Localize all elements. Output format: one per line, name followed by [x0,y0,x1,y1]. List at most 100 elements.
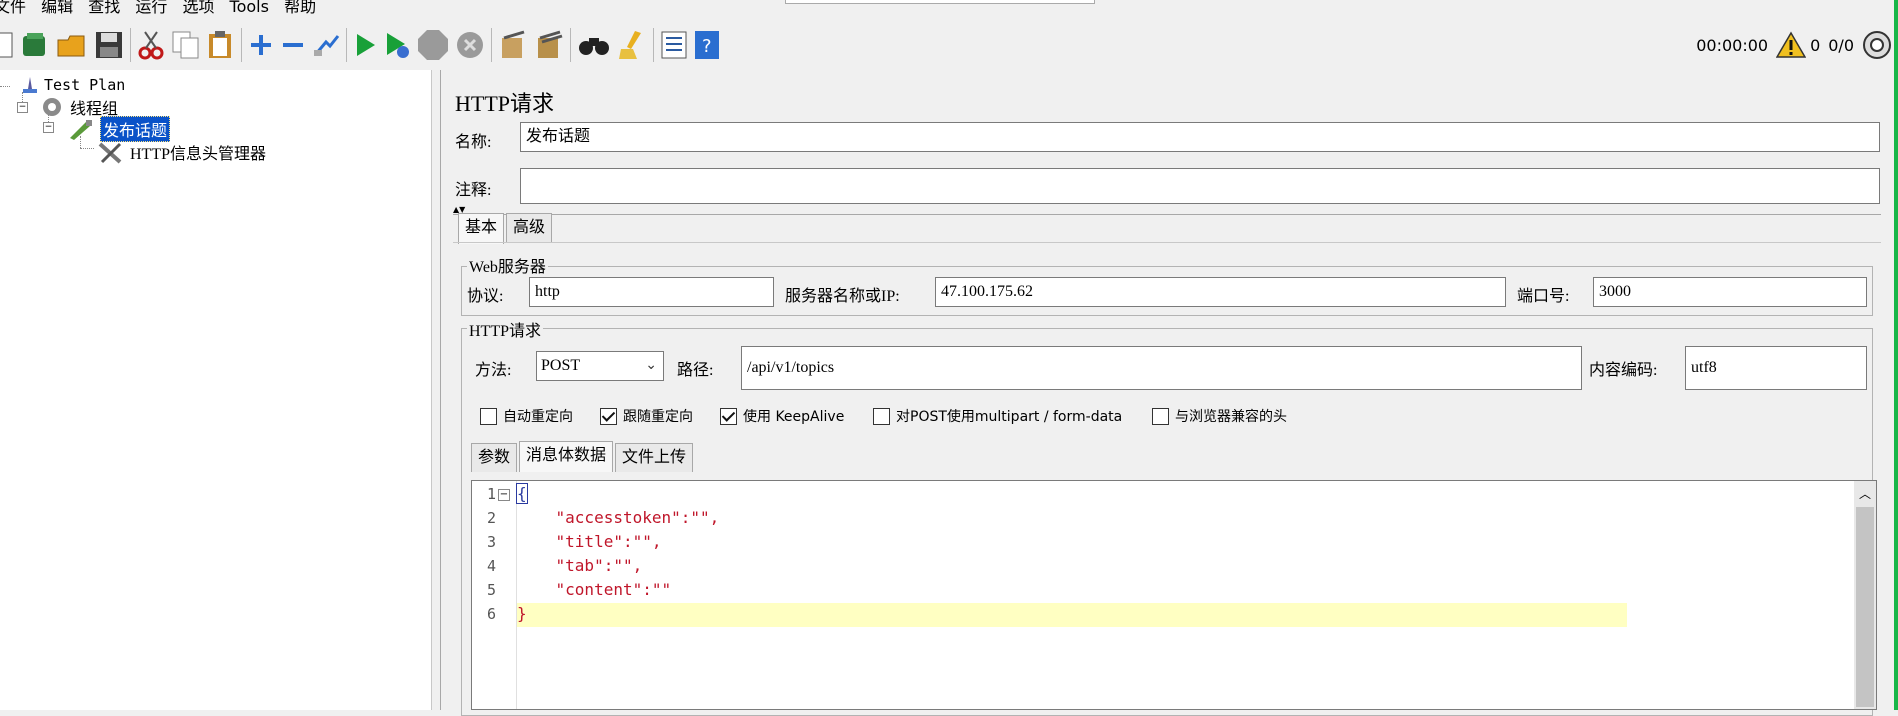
tab-advanced[interactable]: 高级 [506,213,553,242]
auto-redirect-box[interactable] [480,407,497,425]
cut-icon[interactable] [137,28,165,62]
menu-run[interactable]: 运行 [135,0,167,16]
method-value: POST [541,357,581,374]
path-field[interactable]: /api/v1/topics [741,346,1582,390]
comment-label: 注释: [455,182,492,199]
checkbox-follow-redirect[interactable]: 跟随重定向 [600,406,693,426]
editor-scrollbar[interactable]: ︿ [1854,481,1876,709]
elapsed-time: 00:00:00 [1696,35,1769,55]
shutdown-icon[interactable] [455,28,485,62]
toggle-icon[interactable] [312,28,340,62]
protocol-label: 协议: [467,288,504,305]
tab-parameters[interactable]: 参数 [471,443,518,472]
web-server-title: Web服务器 [467,253,548,277]
remote-status-icon [1863,31,1891,59]
popup-edge [785,0,1095,4]
thread-group-collapse[interactable]: − [17,102,28,113]
keepalive-box[interactable] [720,407,737,425]
checkbox-auto-redirect[interactable]: 自动重定向 [480,406,573,426]
help-icon[interactable]: ? [694,28,720,62]
expand-icon[interactable] [248,28,274,62]
menu-file[interactable]: 文件 [0,0,26,16]
new-icon[interactable] [0,28,14,62]
http-request-group-title: HTTP请求 [467,317,544,341]
menu-tools[interactable]: Tools [230,0,269,16]
line-number: 1 [486,485,496,503]
name-field[interactable]: 发布话题 [520,122,1880,152]
tree-label-header-manager: HTTP信息头管理器 [130,146,267,163]
status-area: 00:00:00 0 0/0 [1696,24,1898,66]
line-number: 5 [486,581,496,599]
menu-search[interactable]: 查找 [88,0,120,16]
port-label: 端口号: [1517,288,1570,305]
open-icon[interactable] [56,28,88,62]
method-select[interactable]: POST ⌄ [536,351,664,381]
browser-headers-box[interactable] [1152,407,1169,425]
start-no-pause-icon[interactable] [383,28,411,62]
current-line-highlight [517,603,1627,627]
path-label: 路径: [677,362,714,379]
protocol-field[interactable]: http [529,277,774,307]
code-line: } [517,604,527,623]
paste-icon[interactable] [207,28,235,62]
line-number: 2 [486,509,496,527]
server-label: 服务器名称或IP: [785,288,900,305]
copy-icon[interactable] [171,28,201,62]
chevron-down-icon: ⌄ [645,358,657,373]
stop-icon[interactable] [417,28,449,62]
test-plan-icon [20,75,40,95]
scroll-up-icon[interactable]: ︿ [1859,485,1871,502]
start-icon[interactable] [353,28,377,62]
config-tabs: 基本 高级 [458,213,554,244]
browser-headers-label: 与浏览器兼容的头 [1175,409,1287,425]
comment-field[interactable] [520,168,1880,204]
collapse-icon[interactable] [280,28,306,62]
checkbox-browser-headers[interactable]: 与浏览器兼容的头 [1152,406,1287,426]
code-line: { [516,483,528,504]
encoding-field[interactable]: utf8 [1685,346,1867,390]
body-data-editor[interactable]: 1 − 2 3 4 5 6 { "accesstoken":"", "title… [471,480,1877,710]
follow-redirect-label: 跟随重定向 [623,409,693,425]
port-field[interactable]: 3000 [1593,277,1867,307]
tree-item-test-plan[interactable]: Test Plan [20,74,125,96]
method-label: 方法: [475,362,512,379]
multipart-box[interactable] [873,407,890,425]
tab-body-data[interactable]: 消息体数据 [519,441,614,472]
function-helper-icon[interactable] [660,28,688,62]
sampler-collapse[interactable]: − [43,122,54,133]
menu-options[interactable]: 选项 [182,0,214,16]
templates-icon[interactable] [20,28,50,62]
menu-edit[interactable]: 编辑 [41,0,73,16]
reset-search-icon[interactable] [617,28,647,62]
tree-splitter[interactable] [431,70,440,710]
code-line: "tab":"", [517,556,643,575]
tab-basic[interactable]: 基本 [458,213,505,244]
tree-label-sampler: 发布话题 [100,116,171,142]
code-line: "title":"", [517,532,662,551]
body-tabs: 参数 消息体数据 文件上传 [471,441,695,474]
code-line: "accesstoken":"", [517,508,720,527]
clear-icon[interactable] [498,28,528,62]
scrollbar-thumb[interactable] [1856,507,1874,707]
tree-item-sampler[interactable]: 发布话题 [66,116,171,142]
name-label: 名称: [455,134,492,151]
checkbox-keepalive[interactable]: 使用 KeepAlive [720,406,844,426]
clear-all-icon[interactable] [534,28,564,62]
tab-file-upload[interactable]: 文件上传 [615,443,694,472]
line-number: 4 [486,557,496,575]
page-title: HTTP请求 [455,91,555,116]
follow-redirect-box[interactable] [600,407,617,425]
auto-redirect-label: 自动重定向 [503,409,573,425]
checkbox-multipart[interactable]: 对POST使用multipart / form-data [873,406,1122,426]
test-plan-tree: − − Test Plan 线程组 发布话题 HTTP信息头管理器 [0,70,431,710]
menu-help[interactable]: 帮助 [284,0,316,16]
save-icon[interactable] [94,28,124,62]
sampler-pipette-icon [66,118,96,140]
search-icon[interactable] [577,28,611,62]
tree-item-header-manager[interactable]: HTTP信息头管理器 [96,141,267,164]
encoding-label: 内容编码: [1589,362,1658,379]
warning-icon[interactable] [1776,31,1807,59]
tree-item-thread-group[interactable]: 线程组 [38,96,118,118]
server-field[interactable]: 47.100.175.62 [935,277,1506,307]
fold-icon[interactable]: − [498,489,510,501]
